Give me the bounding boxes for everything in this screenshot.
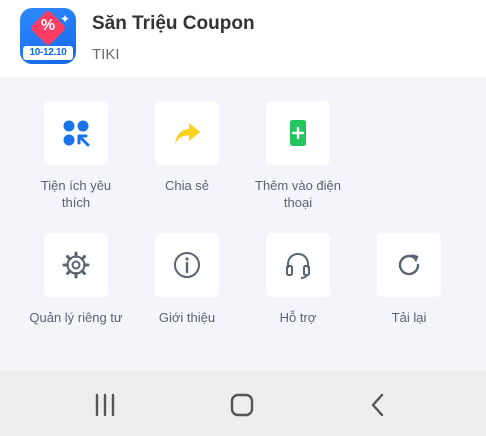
back-button[interactable] <box>364 391 392 419</box>
action-label: Quản lý riêng tư <box>21 309 131 326</box>
action-tile[interactable] <box>266 101 330 165</box>
home-icon <box>228 391 256 419</box>
action-reload[interactable]: Tải lại <box>354 233 464 326</box>
action-tile[interactable] <box>155 233 219 297</box>
action-share[interactable]: Chia sẻ <box>132 101 242 194</box>
recent-apps-button[interactable] <box>91 391 119 419</box>
app-icon: % ✦ 10-12.10 <box>20 8 76 64</box>
sparkle-icon: ✦ <box>60 12 70 26</box>
app-title: Săn Triệu Coupon <box>92 13 255 35</box>
action-label: Hỗ trợ <box>243 309 353 326</box>
share-arrow-icon <box>172 118 202 148</box>
action-privacy[interactable]: Quản lý riêng tư <box>21 233 131 326</box>
action-label: Chia sẻ <box>132 177 242 194</box>
favorites-grid-icon <box>61 118 91 148</box>
info-icon <box>172 250 202 280</box>
action-tile[interactable] <box>377 233 441 297</box>
action-label: Giới thiệu <box>132 309 242 326</box>
action-tile[interactable] <box>44 233 108 297</box>
action-tile[interactable] <box>155 101 219 165</box>
action-label: Thêm vào điện thoại <box>243 177 353 211</box>
system-navigation-bar <box>0 371 486 436</box>
action-about[interactable]: Giới thiệu <box>132 233 242 326</box>
home-button[interactable] <box>228 391 256 419</box>
action-tile[interactable] <box>44 101 108 165</box>
reload-icon <box>394 250 424 280</box>
action-tile[interactable] <box>266 233 330 297</box>
action-add-to-phone[interactable]: Thêm vào điện thoại <box>243 101 353 211</box>
action-support[interactable]: Hỗ trợ <box>243 233 353 326</box>
app-subtitle: TIKI <box>92 46 120 63</box>
action-label: Tiện ích yêu thích <box>21 177 131 211</box>
action-favorites[interactable]: Tiện ích yêu thích <box>21 101 131 211</box>
back-icon <box>364 391 392 419</box>
headset-icon <box>283 250 313 280</box>
action-label: Tải lại <box>354 309 464 326</box>
app-icon-date: 10-12.10 <box>23 46 73 60</box>
add-to-phone-icon <box>283 118 313 148</box>
sheet-header: % ✦ 10-12.10 Săn Triệu Coupon TIKI <box>0 0 486 77</box>
recent-apps-icon <box>91 391 119 419</box>
action-panel: Tiện ích yêu thích Chia sẻ Thêm vào điện… <box>0 77 486 371</box>
settings-gear-icon <box>61 250 91 280</box>
